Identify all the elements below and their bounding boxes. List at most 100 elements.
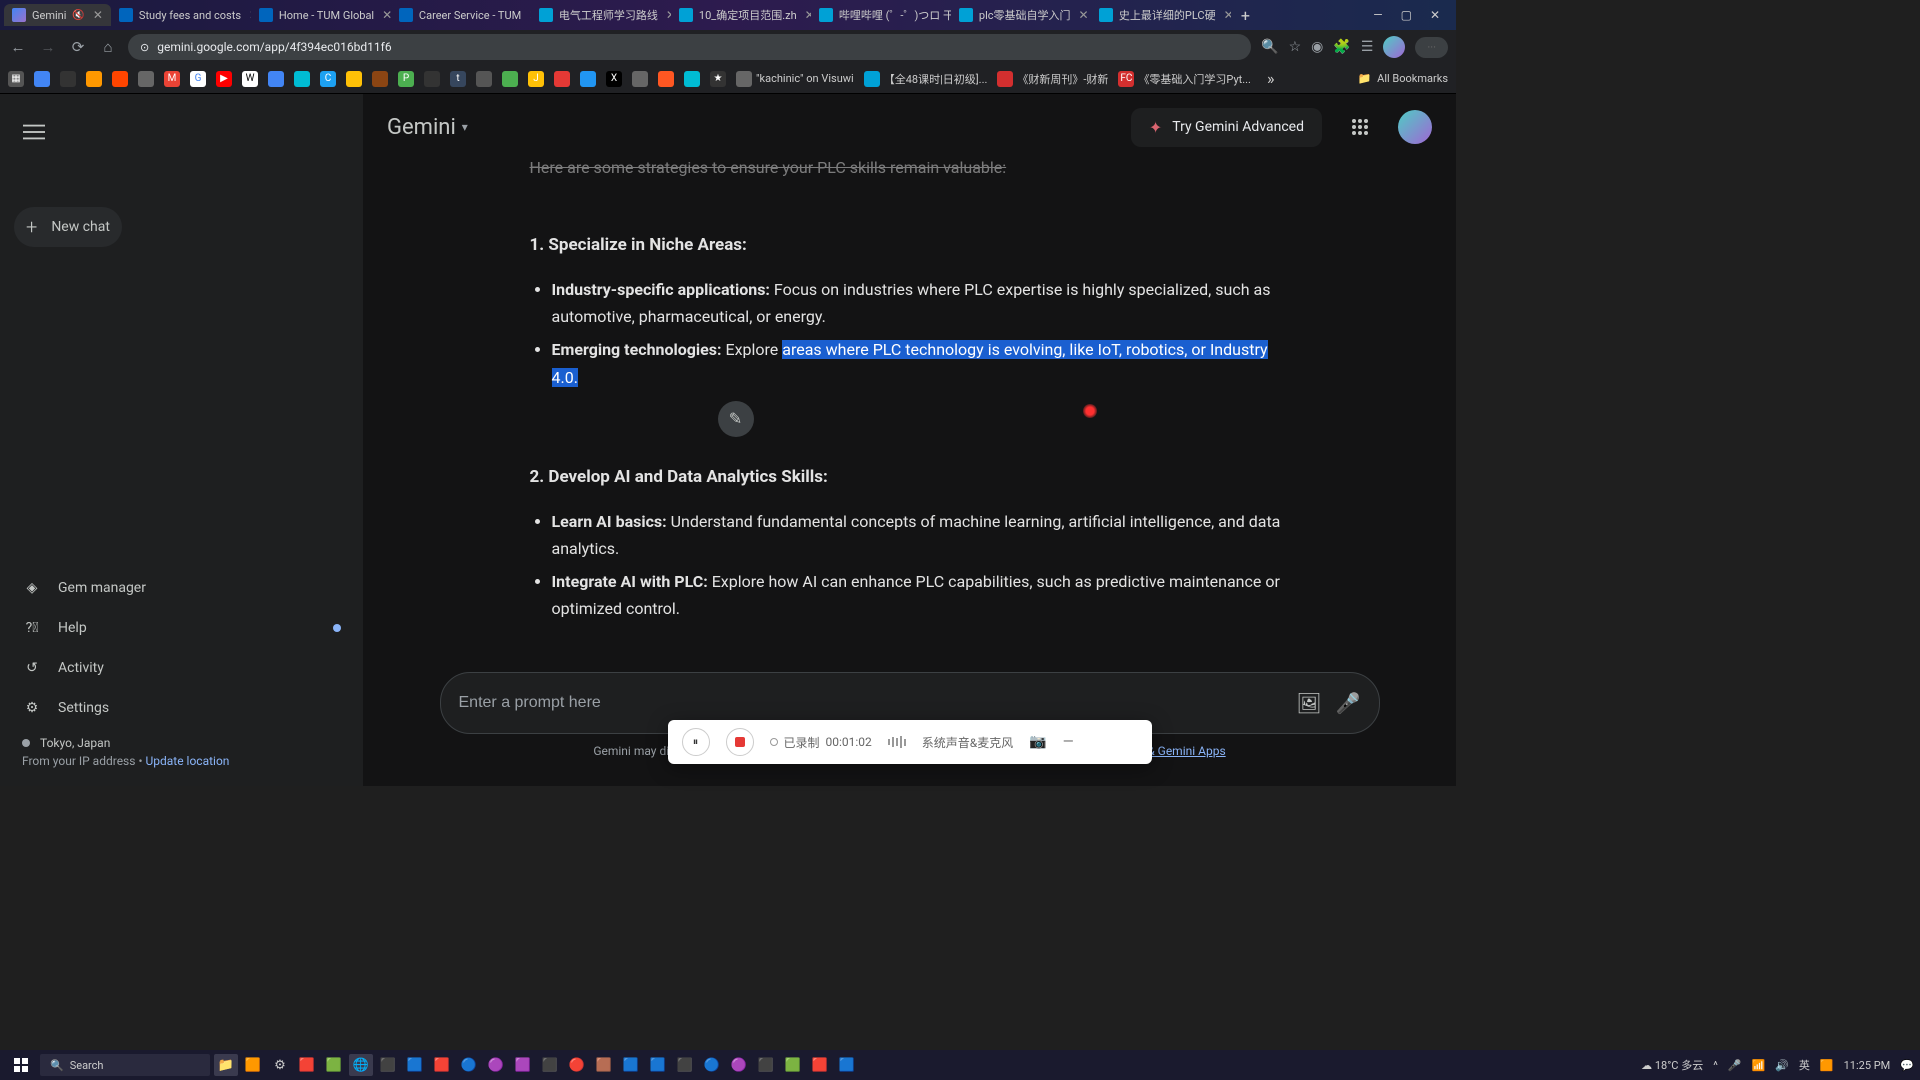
bookmark-icon[interactable]: G [190,71,206,87]
taskbar-app-icon[interactable]: 📁 [214,1054,238,1076]
bookmark-item[interactable]: 【全48课时|日初级]... [864,71,988,87]
tray-icon[interactable]: 📶 [1752,1059,1766,1072]
taskbar-app-icon[interactable]: 🔵 [457,1054,481,1076]
bookmark-icon[interactable] [86,71,102,87]
bookmark-icon[interactable] [268,71,284,87]
brand-dropdown[interactable]: Gemini ▾ [387,115,468,140]
taskbar-app-icon[interactable]: 🟦 [403,1054,427,1076]
bookmark-icon[interactable] [632,71,648,87]
new-tab-button[interactable]: + [1231,6,1260,25]
sidebar-item-help[interactable]: ?⃝ Help [14,608,349,648]
google-apps-button[interactable] [1340,107,1380,147]
tab[interactable]: Career Service - TUM✕ [391,4,531,26]
taskbar-app-icon[interactable]: 🟣 [727,1054,751,1076]
back-button[interactable]: ← [8,38,28,56]
prompt-input[interactable] [459,694,1283,712]
tab[interactable]: 10_确定项目范围.zh✕ [671,3,811,27]
tray-icon[interactable]: 🔊 [1775,1059,1789,1072]
bookmark-icon[interactable] [554,71,570,87]
taskbar-app-icon[interactable]: 🟦 [646,1054,670,1076]
url-input[interactable]: ⊙ gemini.google.com/app/4f394ec016bd11f6 [128,34,1251,60]
taskbar-app-icon[interactable]: 🟩 [322,1054,346,1076]
tab[interactable]: 电气工程师学习路线✕ [531,3,671,27]
bookmark-icon[interactable]: M [164,71,180,87]
new-chat-button[interactable]: + New chat [14,207,122,247]
start-button[interactable] [6,1053,36,1077]
taskbar-app-icon[interactable]: 🟩 [781,1054,805,1076]
image-upload-icon[interactable]: 🖼 [1296,691,1321,715]
reload-button[interactable]: ⟳ [68,38,88,56]
bookmark-icon[interactable]: t [450,71,466,87]
taskbar-app-icon[interactable]: ⬛ [538,1054,562,1076]
bookmark-icon[interactable]: W [242,71,258,87]
extension-icon[interactable]: ◉ [1311,39,1323,55]
close-window-button[interactable]: ✕ [1430,8,1440,22]
bookmark-icon[interactable] [502,71,518,87]
bookmark-item[interactable]: 《财新周刊》-财新 [997,71,1108,87]
close-icon[interactable]: ✕ [805,8,811,22]
list-icon[interactable]: ☰ [1361,39,1374,55]
close-icon[interactable]: ✕ [1224,8,1231,22]
taskbar-app-icon[interactable]: 🌐 [349,1054,373,1076]
bookmark-overflow[interactable]: » [1267,69,1275,88]
minimize-recorder-button[interactable]: — [1063,734,1074,750]
pause-recording-button[interactable]: ⏸ [682,728,710,756]
forward-button[interactable]: → [38,38,58,56]
bookmark-icon[interactable]: P [398,71,414,87]
bookmark-icon[interactable] [294,71,310,87]
bookmark-icon[interactable] [424,71,440,87]
bookmark-icon[interactable] [34,71,50,87]
taskbar-app-icon[interactable]: 🟦 [619,1054,643,1076]
puzzle-icon[interactable]: 🧩 [1333,39,1350,55]
bookmark-icon[interactable] [658,71,674,87]
taskbar-app-icon[interactable]: 🟧 [241,1054,265,1076]
menu-button[interactable] [14,112,54,152]
maximize-button[interactable]: ▢ [1401,8,1412,22]
tab-gemini[interactable]: Gemini 🔇 ✕ [4,4,111,26]
bookmark-icon[interactable] [346,71,362,87]
zoom-icon[interactable]: 🔍 [1261,39,1278,55]
bookmark-icon[interactable] [476,71,492,87]
tray-chevron-icon[interactable]: ^ [1713,1059,1718,1072]
try-advanced-button[interactable]: ✦ Try Gemini Advanced [1131,108,1322,147]
bookmark-icon[interactable]: X [606,71,622,87]
taskbar-search[interactable]: 🔍 Search [40,1054,210,1076]
microphone-icon[interactable]: 🎤 [1336,691,1361,715]
update-location-link[interactable]: Update location [145,754,229,768]
star-icon[interactable]: ☆ [1289,39,1302,55]
bookmark-item[interactable]: FC《零基础入门学习Pyt... [1118,71,1251,87]
profile-avatar[interactable] [1383,36,1405,58]
sidebar-item-activity[interactable]: ↺ Activity [14,648,349,688]
bookmark-icon[interactable]: ▶ [216,71,232,87]
taskbar-app-icon[interactable]: 🟫 [592,1054,616,1076]
taskbar-app-icon[interactable]: 🟥 [430,1054,454,1076]
tab[interactable]: Study fees and costs✕ [111,4,251,26]
chrome-promo[interactable]: ··· [1415,37,1448,58]
all-bookmarks[interactable]: All Bookmarks [1377,72,1448,85]
minimize-button[interactable]: — [1373,8,1382,22]
tab[interactable]: 史上最详细的PLC硬✕ [1091,3,1231,27]
taskbar-app-icon[interactable]: 🟦 [835,1054,859,1076]
mute-icon[interactable]: 🔇 [72,10,84,21]
close-icon[interactable]: ✕ [382,8,391,22]
account-avatar[interactable] [1398,110,1432,144]
tray-icon[interactable]: 🟧 [1820,1059,1834,1072]
sidebar-item-gem-manager[interactable]: ◈ Gem manager [14,568,349,608]
tab[interactable]: Home - TUM Global✕ [251,4,391,26]
taskbar-app-icon[interactable]: ⬛ [754,1054,778,1076]
screenshot-button[interactable]: 📷 [1029,734,1046,750]
bookmark-icon[interactable] [138,71,154,87]
clock[interactable]: 11:25 PM [1844,1059,1891,1072]
bookmark-icon[interactable] [60,71,76,87]
bookmark-icon[interactable] [112,71,128,87]
tray-icon[interactable]: 🎤 [1728,1059,1742,1072]
taskbar-app-icon[interactable]: 🔵 [700,1054,724,1076]
screen-recorder-overlay[interactable]: ⏸ 已录制 00:01:02 系统声音&麦克风 📷 — [668,720,1152,764]
taskbar-app-icon[interactable]: 🟪 [511,1054,535,1076]
tab[interactable]: plc零基础自学入门✕ [951,3,1091,27]
bookmark-icon[interactable]: C [320,71,336,87]
taskbar-app-icon[interactable]: ⚙ [268,1054,292,1076]
home-button[interactable]: ⌂ [98,38,118,56]
taskbar-app-icon[interactable]: 🟥 [808,1054,832,1076]
close-icon[interactable]: ✕ [1079,8,1089,22]
